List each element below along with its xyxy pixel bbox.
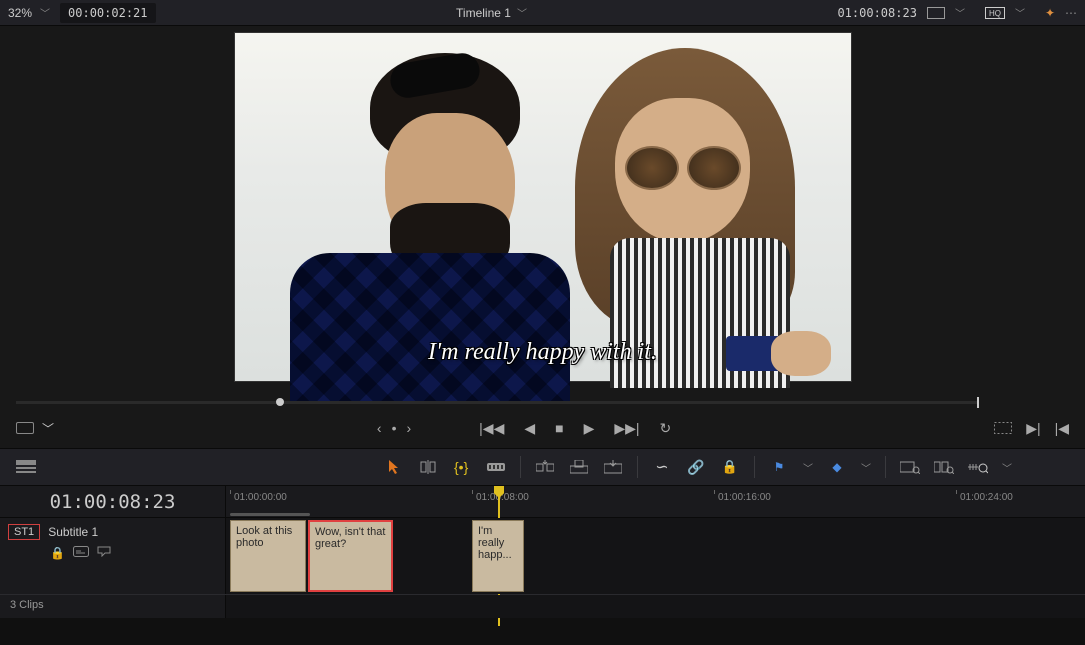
link-icon[interactable]: 🔗 — [686, 457, 706, 477]
ruler-tick: 01:00:16:00 — [718, 492, 771, 503]
chevron-down-icon[interactable]: ﹀ — [517, 5, 527, 20]
svg-text:HQ: HQ — [989, 9, 1001, 18]
lock-track-icon[interactable]: 🔒 — [50, 546, 65, 560]
track-badge[interactable]: ST1 — [8, 524, 40, 540]
viewer-panel: I'm really happy with it. — [0, 26, 1085, 388]
subtitle-clip[interactable]: I'm really happ... — [472, 520, 524, 592]
chevron-down-icon[interactable]: ﹀ — [1015, 5, 1025, 20]
trim-edit-tool-icon[interactable] — [418, 457, 438, 477]
full-extent-zoom-icon[interactable] — [900, 457, 920, 477]
timeline-timecode[interactable]: 01:00:08:23 — [50, 491, 176, 513]
clip-count: 3 Clips — [0, 595, 225, 618]
stop-icon[interactable]: ■ — [555, 420, 563, 436]
marker-dot-icon[interactable]: • — [392, 420, 397, 436]
track-name[interactable]: Subtitle 1 — [48, 525, 98, 539]
footer-track-area — [225, 595, 1085, 618]
edit-toolbar: {•} ∽ 🔗 🔒 ⚑ ﹀ ◆ ﹀ ﹀ — [0, 448, 1085, 486]
timeline-footer: 3 Clips — [0, 594, 1085, 618]
rendered-subtitle: I'm really happy with it. — [428, 339, 657, 366]
dynamic-trim-tool-icon[interactable]: {•} — [452, 457, 472, 477]
prev-marker-icon[interactable]: ‹ — [377, 420, 382, 436]
subtitle-clip[interactable]: Look at this photo — [230, 520, 306, 592]
subtitle-track: ST1 Subtitle 1 🔒 Look at this photo Wow,… — [0, 518, 1085, 594]
zoom-level[interactable]: 32% — [8, 6, 32, 20]
go-to-end-icon[interactable]: ▶▶| — [614, 420, 639, 437]
svg-text:{•}: {•} — [454, 459, 469, 475]
last-edit-icon[interactable]: |◀ — [1055, 420, 1069, 437]
ruler-tick: 01:00:00:00 — [234, 492, 287, 503]
hq-icon[interactable]: HQ — [985, 7, 1005, 19]
overwrite-clip-icon[interactable] — [569, 457, 589, 477]
ruler-tick: 01:00:24:00 — [960, 492, 1013, 503]
track-body[interactable]: Look at this photo Wow, isn't that great… — [225, 518, 1085, 594]
detail-zoom-icon[interactable] — [934, 457, 954, 477]
source-timecode[interactable]: 00:00:02:21 — [60, 3, 155, 23]
next-marker-icon[interactable]: › — [407, 420, 412, 436]
chevron-down-icon[interactable]: ﹀ — [955, 5, 965, 20]
chevron-down-icon[interactable]: ﹀ — [40, 5, 50, 20]
frame-icon[interactable] — [927, 7, 945, 19]
transport-bar: ﹀ ‹ • › |◀◀ ◀ ■ ▶ ▶▶| ↻ ▶| |◀ — [0, 408, 1085, 448]
insert-clip-icon[interactable] — [535, 457, 555, 477]
jog-bar[interactable] — [16, 401, 979, 404]
record-timecode[interactable]: 01:00:08:23 — [837, 6, 916, 20]
lock-icon[interactable]: 🔒 — [720, 457, 740, 477]
track-header[interactable]: ST1 Subtitle 1 🔒 — [0, 518, 225, 594]
video-frame[interactable]: I'm really happy with it. — [234, 32, 852, 382]
timeline-zoom-bar[interactable] — [230, 513, 310, 516]
chevron-down-icon[interactable]: ﹀ — [42, 420, 54, 437]
viewer-top-bar: 32% ﹀ 00:00:02:21 Timeline 1 ﹀ 01:00:08:… — [0, 0, 1085, 26]
next-edit-icon[interactable]: ▶| — [1026, 420, 1040, 437]
chevron-down-icon[interactable]: ﹀ — [803, 460, 813, 475]
timeline-view-options-icon[interactable] — [16, 457, 36, 477]
selection-tool-icon[interactable] — [384, 457, 404, 477]
jog-position[interactable] — [276, 398, 284, 406]
snap-icon[interactable]: ∽ — [652, 457, 672, 477]
go-to-start-icon[interactable]: |◀◀ — [479, 420, 504, 437]
timeline-header: 01:00:08:23 01:00:00:00 01:00:08:00 01:0… — [0, 486, 1085, 518]
marker-icon[interactable]: ◆ — [827, 457, 847, 477]
mark-clip-icon[interactable] — [16, 422, 34, 434]
custom-zoom-icon[interactable] — [968, 457, 988, 477]
loop-icon[interactable]: ↻ — [660, 420, 672, 437]
enable-subtitle-icon[interactable] — [73, 546, 89, 560]
menu-dots-icon[interactable]: ⋯ — [1065, 6, 1077, 20]
chevron-down-icon[interactable]: ﹀ — [861, 460, 871, 475]
bypass-fusion-icon[interactable]: ✦ — [1045, 6, 1055, 20]
play-reverse-icon[interactable]: ◀ — [524, 420, 535, 437]
timeline-ruler[interactable]: 01:00:00:00 01:00:08:00 01:00:16:00 01:0… — [225, 486, 1085, 517]
jog-end — [977, 397, 979, 408]
play-icon[interactable]: ▶ — [584, 420, 595, 437]
blade-tool-icon[interactable] — [486, 457, 506, 477]
flag-icon[interactable]: ⚑ — [769, 457, 789, 477]
replace-clip-icon[interactable] — [603, 457, 623, 477]
caption-icon[interactable] — [97, 546, 111, 560]
chevron-down-icon[interactable]: ﹀ — [1002, 460, 1012, 475]
match-frame-icon[interactable] — [994, 422, 1012, 434]
timeline-title[interactable]: Timeline 1 — [456, 6, 511, 20]
subtitle-clip-selected[interactable]: Wow, isn't that great? — [308, 520, 393, 592]
